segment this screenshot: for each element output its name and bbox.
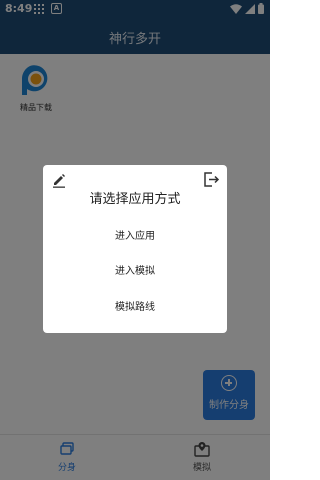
option-enter-simulation[interactable]: 进入模拟	[53, 260, 217, 284]
option-enter-app[interactable]: 进入应用	[53, 225, 217, 249]
exit-icon[interactable]	[203, 171, 220, 188]
edit-icon[interactable]	[51, 172, 67, 188]
dialog-title: 请选择应用方式	[89, 192, 181, 207]
choose-mode-dialog: 请选择应用方式 进入应用 进入模拟 模拟路线	[43, 165, 227, 333]
option-simulate-route[interactable]: 模拟路线	[53, 296, 217, 320]
